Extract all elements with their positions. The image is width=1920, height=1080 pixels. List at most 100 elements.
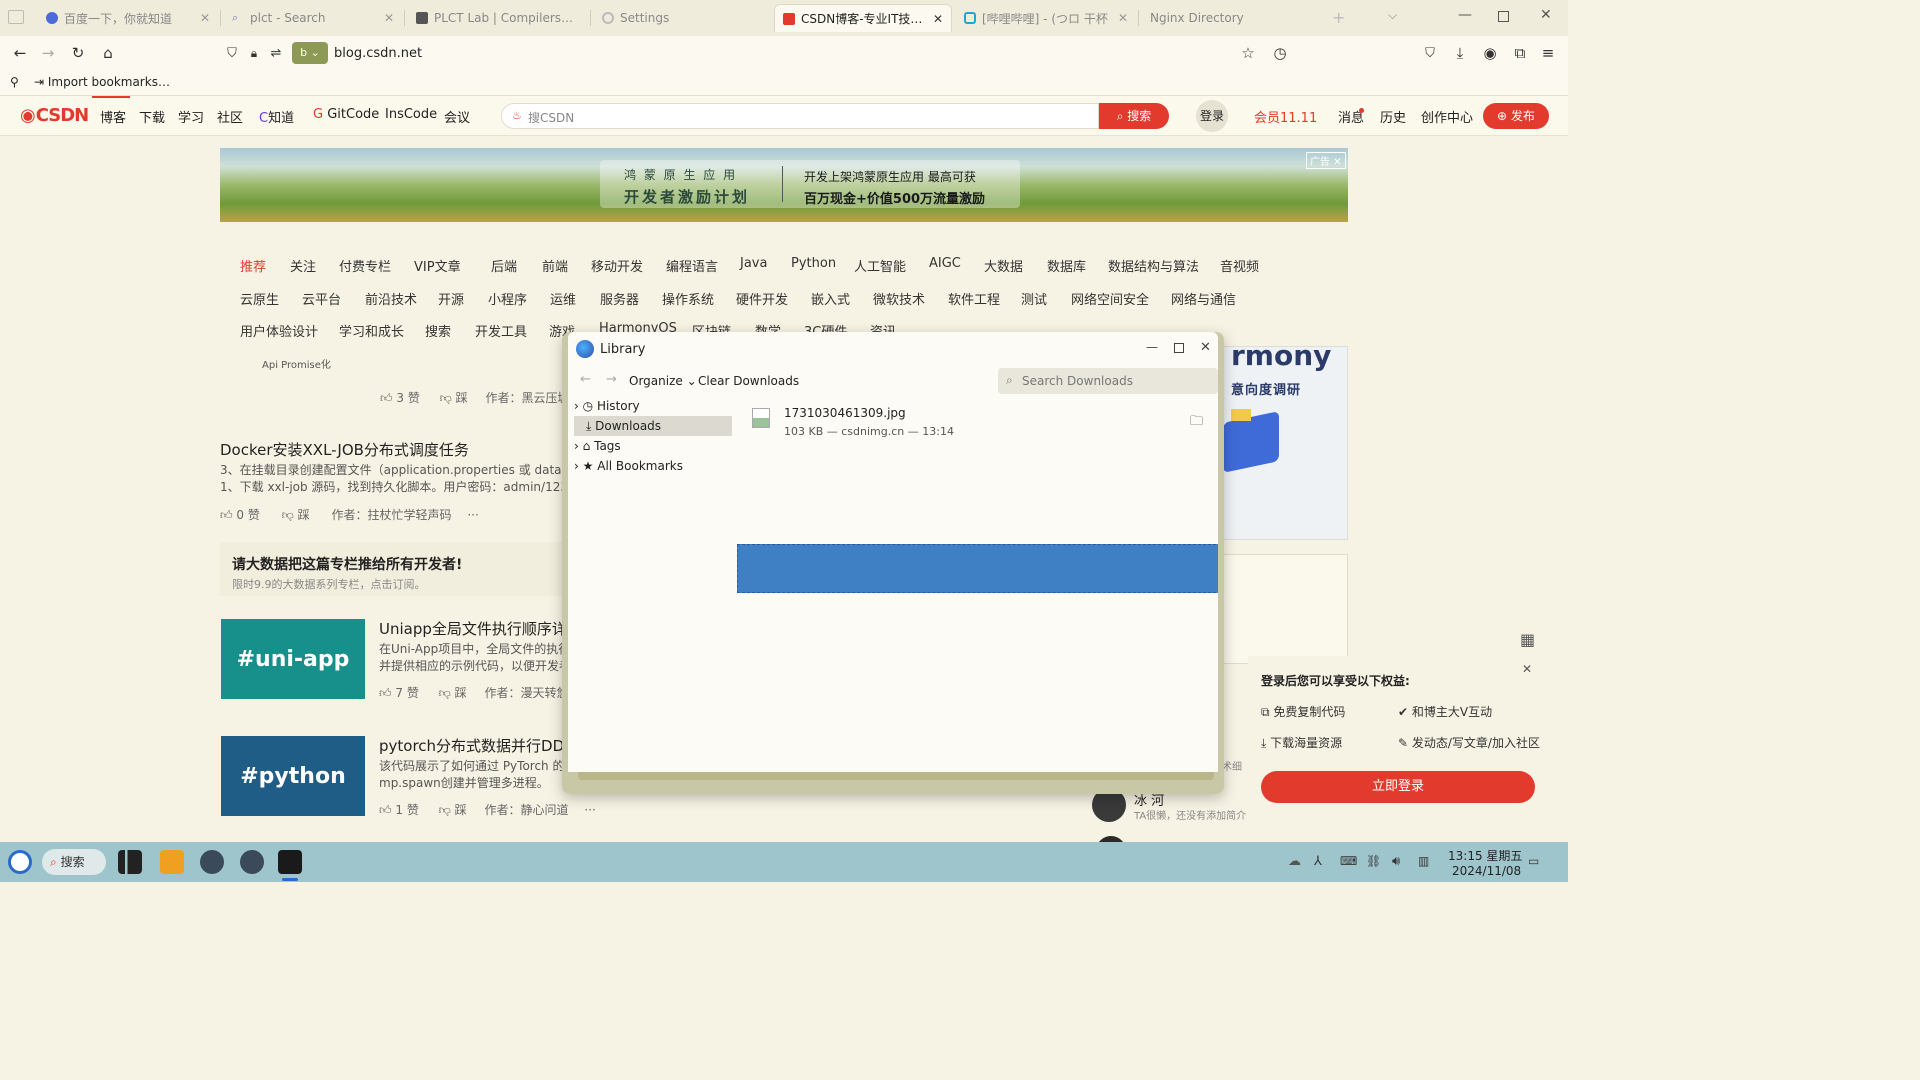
pocket-icon[interactable]: ⛉	[1416, 36, 1444, 70]
notification-icon[interactable]: ▭	[1528, 854, 1539, 868]
category-row2-5[interactable]: 运维	[550, 289, 576, 308]
dislike-icon[interactable]: 👎︎	[439, 803, 451, 817]
category-row2-10[interactable]: 微软技术	[873, 289, 925, 308]
promo-card[interactable]: 请大数据把这篇专栏推给所有开发者! 限时9.9的大数据系列专栏，点击订阅。	[220, 542, 570, 596]
tab-nginx[interactable]: Nginx Directory	[1142, 4, 1312, 32]
category-row1-7[interactable]: 编程语言	[666, 256, 718, 275]
search-engine-button[interactable]: b ⌄	[292, 42, 328, 64]
tree-tags[interactable]: › ⌂ Tags	[574, 436, 732, 456]
forward-icon[interactable]: →	[34, 36, 62, 70]
close-icon[interactable]: ✕	[927, 12, 943, 26]
tab-settings[interactable]: Settings	[594, 4, 770, 32]
tab-csdn[interactable]: CSDN博客-专业IT技术发表 ✕	[774, 4, 952, 32]
category-row1-3[interactable]: VIP文章	[414, 256, 461, 275]
more-icon[interactable]: ···	[584, 803, 595, 817]
author[interactable]: 作者：静心问道	[485, 803, 569, 817]
download-icon[interactable]: ⤓	[1446, 36, 1474, 70]
search-downloads-field[interactable]: ⌕ Search Downloads	[998, 368, 1218, 394]
back-icon[interactable]: ←	[6, 36, 34, 70]
category-row2-9[interactable]: 嵌入式	[811, 289, 850, 308]
category-row2-0[interactable]: 云原生	[240, 289, 279, 308]
history-clock-icon[interactable]: ◷	[1266, 36, 1294, 70]
article-title[interactable]: Docker安装XXL-JOB分布式调度任务	[220, 439, 469, 460]
category-row1-4[interactable]: 后端	[491, 256, 517, 275]
category-row2-11[interactable]: 软件工程	[948, 289, 1000, 308]
open-folder-icon[interactable]: 🗀︎	[1190, 412, 1203, 434]
bookmark-manage-icon[interactable]: ⚲	[10, 75, 19, 89]
expand-chevron-icon[interactable]: ›	[574, 399, 579, 413]
files-app-icon[interactable]	[160, 850, 184, 874]
category-row3-3[interactable]: 开发工具	[475, 321, 527, 340]
category-row2-2[interactable]: 前沿技术	[365, 289, 417, 308]
volume-icon[interactable]: 🔊︎	[1392, 854, 1400, 869]
uniapp-thumbnail[interactable]: #uni-app	[221, 619, 365, 699]
weather-icon[interactable]: ☁	[1288, 854, 1301, 869]
settings-app-icon[interactable]	[200, 850, 224, 874]
import-bookmarks-link[interactable]: ⇥ Import bookmarks…	[34, 75, 170, 89]
clock-time[interactable]: 13:15 星期五	[1448, 847, 1522, 864]
taskbar-search[interactable]: ⌕ 搜索	[42, 849, 106, 875]
category-row1-14[interactable]: 数据结构与算法	[1108, 256, 1199, 275]
clear-downloads-button[interactable]: Clear Downloads	[698, 374, 799, 388]
url-input[interactable]: blog.csdn.net	[334, 46, 422, 61]
forward-icon[interactable]: →	[606, 372, 617, 387]
minimize-icon[interactable]: —	[1146, 340, 1158, 354]
category-row1-9[interactable]: Python	[791, 256, 836, 271]
settings-app-icon-2[interactable]	[240, 850, 264, 874]
keyboard-icon[interactable]: ⌨	[1340, 854, 1357, 868]
terminal-app-icon[interactable]	[278, 850, 302, 874]
close-window-icon[interactable]: ✕	[1540, 7, 1552, 23]
tab-bilibili[interactable]: [哔哩哔哩] - (つロ 干杯 ✕	[956, 4, 1136, 32]
minimize-icon[interactable]: —	[1458, 7, 1472, 23]
tab-plct-search[interactable]: ⌕ plct - Search ✕	[224, 4, 402, 32]
dislike-icon[interactable]: 👎︎	[282, 508, 294, 522]
category-row3-2[interactable]: 搜索	[425, 321, 451, 340]
new-tab-icon[interactable]: +	[1332, 8, 1345, 27]
more-icon[interactable]: ···	[467, 508, 478, 522]
category-row1-2[interactable]: 付费专栏	[339, 256, 391, 275]
permissions-icon[interactable]: ⇌	[262, 36, 290, 70]
close-window-icon[interactable]: ✕	[1200, 340, 1211, 355]
category-row2-3[interactable]: 开源	[438, 289, 464, 308]
tray-app-icon[interactable]: ⅄	[1314, 854, 1322, 869]
network-icon[interactable]: ⛓	[1366, 854, 1381, 868]
category-row2-12[interactable]: 测试	[1021, 289, 1047, 308]
category-row1-13[interactable]: 数据库	[1047, 256, 1086, 275]
expand-chevron-icon[interactable]: ›	[574, 439, 579, 453]
article-title[interactable]: Uniapp全局文件执行顺序详解	[379, 618, 582, 639]
close-icon[interactable]: ✕	[194, 11, 210, 25]
back-icon[interactable]: ←	[580, 372, 591, 387]
like-icon[interactable]: 👍︎	[380, 391, 393, 405]
tree-downloads[interactable]: ⤓ Downloads	[574, 416, 732, 436]
login-now-button[interactable]: 立即登录	[1261, 771, 1535, 803]
category-row3-0[interactable]: 用户体验设计	[240, 321, 318, 340]
like-icon[interactable]: 👍︎	[379, 686, 392, 700]
restore-icon[interactable]	[1498, 11, 1509, 22]
account-icon[interactable]: ◉	[1476, 36, 1504, 70]
reload-icon[interactable]: ↻	[64, 36, 92, 70]
python-thumbnail[interactable]: #python	[221, 736, 365, 816]
author[interactable]: 作者：拄杖忙学轻声码	[332, 508, 452, 522]
input-method-icon[interactable]: ▥	[1418, 854, 1429, 868]
category-row1-15[interactable]: 音视频	[1220, 256, 1259, 275]
author[interactable]: 作者：漫天转悠	[485, 686, 569, 700]
category-row1-1[interactable]: 关注	[290, 256, 316, 275]
menu-icon[interactable]: ≡	[1534, 36, 1562, 70]
launcher-icon[interactable]	[8, 850, 32, 874]
tree-history[interactable]: › ◷ History	[574, 396, 732, 416]
like-icon[interactable]: 👍︎	[379, 803, 392, 817]
category-row1-0[interactable]: 推荐	[240, 256, 266, 275]
tab-baidu[interactable]: 百度一下，你就知道 ✕	[38, 4, 218, 32]
tab-list-chevron-icon[interactable]: ⌵	[1388, 8, 1397, 23]
tab-plct-lab[interactable]: PLCT Lab | Compilers, Ru	[408, 4, 588, 32]
clock-date[interactable]: 2024/11/08	[1452, 864, 1521, 878]
download-item[interactable]: 1731030461309.jpg 103 KB — csdnimg.cn — …	[744, 400, 1218, 444]
category-row2-14[interactable]: 网络与通信	[1171, 289, 1236, 308]
maximize-icon[interactable]	[1174, 343, 1184, 353]
close-icon[interactable]: ✕	[1522, 662, 1532, 676]
tab-overview-icon[interactable]	[8, 10, 24, 24]
category-row2-4[interactable]: 小程序	[488, 289, 527, 308]
category-row1-12[interactable]: 大数据	[984, 256, 1023, 275]
multitask-icon[interactable]	[118, 850, 142, 874]
category-row2-13[interactable]: 网络空间安全	[1071, 289, 1149, 308]
